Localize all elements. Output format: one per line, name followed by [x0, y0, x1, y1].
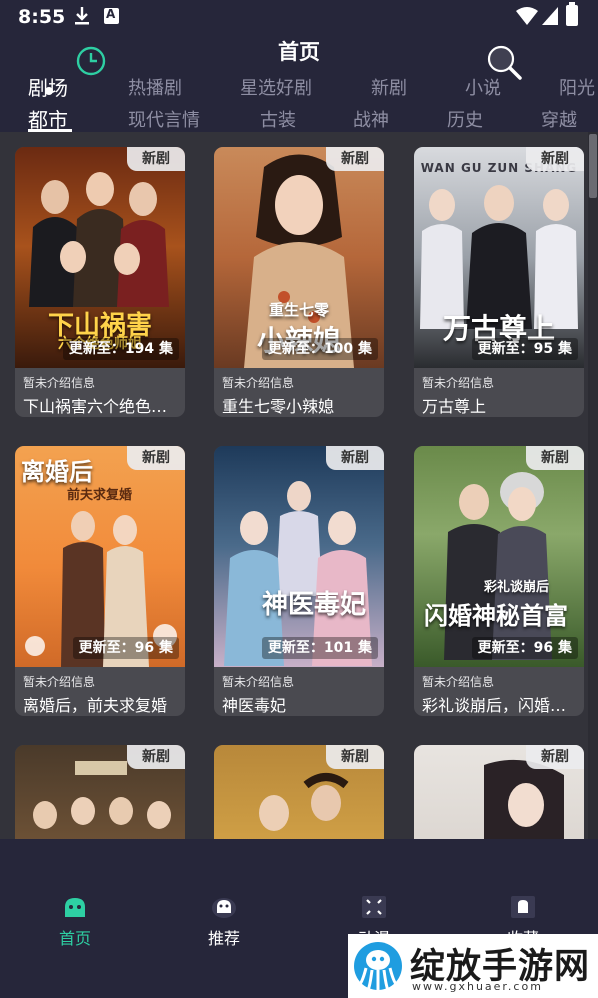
- poster-image: 神医毒妃 新剧 更新至：101 集: [214, 446, 384, 667]
- nav-label: 推荐: [207, 929, 240, 948]
- poster-image: 彩礼谈崩后 闪婚神秘首富 新剧 更新至：96 集: [414, 446, 584, 667]
- poster-image: 新剧: [414, 745, 584, 839]
- card-description: 暂未介绍信息: [422, 675, 495, 689]
- episode-count: 更新至：100 集: [261, 338, 378, 360]
- card-title: 神医毒妃: [222, 696, 287, 715]
- category-tab-lishi[interactable]: 历史: [447, 106, 483, 132]
- category-tab-zhanshen[interactable]: 战神: [353, 106, 389, 132]
- episode-count: 更新至：101 集: [261, 637, 378, 659]
- card-title: 重生七零小辣媳: [222, 397, 335, 416]
- episode-count: 更新至：96 集: [471, 637, 578, 659]
- category-tab-xiandai[interactable]: 现代言情: [128, 106, 200, 132]
- home-ghost-icon: [65, 898, 85, 917]
- drama-card[interactable]: 新剧: [414, 745, 584, 839]
- card-title: 下山祸害六个绝色师…: [23, 397, 179, 416]
- wifi-icon: [516, 7, 538, 25]
- poster-image: WAN GU ZUN SHANG 万古尊上 新剧 更新至：95 集: [414, 147, 584, 368]
- poster-title: 神医毒妃: [262, 590, 367, 620]
- recommend-ghost-icon: [212, 898, 236, 918]
- poster-image: 新剧: [214, 745, 384, 839]
- new-badge: 新剧: [127, 147, 185, 171]
- category-tab-xingxuan[interactable]: 星选好剧: [240, 74, 312, 100]
- download-icon: [75, 7, 89, 25]
- favorite-icon: [511, 896, 535, 918]
- poster-subtitle: 重生七零: [268, 301, 329, 319]
- scrollbar[interactable]: [588, 132, 598, 839]
- poster-subtitle: 彩礼谈崩后: [484, 580, 550, 595]
- card-description: 暂未介绍信息: [422, 376, 495, 390]
- drama-card[interactable]: WAN GU ZUN SHANG 万古尊上 新剧 更新至：95 集 暂未介绍信息…: [414, 147, 584, 417]
- card-title: 万古尊上: [422, 397, 487, 416]
- card-description: 暂未介绍信息: [23, 675, 96, 689]
- poster-subtitle: 前夫求复婚: [67, 488, 133, 503]
- watermark-url: www.gxhuaer.com: [412, 980, 543, 993]
- nav-home[interactable]: 首页: [30, 895, 120, 949]
- new-badge: 新剧: [127, 446, 185, 470]
- new-badge: 新剧: [526, 446, 584, 470]
- signal-icon: [542, 7, 558, 25]
- category-tab-yangguang[interactable]: 阳光: [559, 74, 595, 100]
- card-description: 暂未介绍信息: [222, 675, 295, 689]
- category-indicator-dot: [45, 87, 53, 95]
- category-tab-rebo[interactable]: 热播剧: [128, 74, 182, 100]
- notification-icon: [104, 7, 119, 24]
- episode-count: 更新至：194 集: [62, 338, 179, 360]
- category-row-1: 剧场 热播剧 星选好剧 新剧 小说 阳光: [0, 70, 598, 100]
- drama-card[interactable]: 离婚后 前夫求复婚 新剧 更新至：96 集 暂未介绍信息 离婚后，前夫求复婚: [15, 446, 185, 716]
- category-tab-chuanyue[interactable]: 穿越: [541, 106, 577, 132]
- poster-image: 下山祸害 六个绝色师姐 新剧 更新至：194 集: [15, 147, 185, 368]
- nav-recommend[interactable]: 推荐: [179, 895, 269, 949]
- category-row-2: 都市 现代言情 古装 战神 历史 穿越: [0, 102, 598, 132]
- drama-card[interactable]: 重生七零 小辣媳 新剧 更新至：100 集 暂未介绍信息 重生七零小辣媳: [214, 147, 384, 417]
- poster-title: 闪婚神秘首富: [424, 602, 568, 630]
- new-badge: 新剧: [127, 745, 185, 769]
- drama-card[interactable]: 神医毒妃 新剧 更新至：101 集 暂未介绍信息 神医毒妃: [214, 446, 384, 716]
- nav-label: 首页: [58, 929, 91, 948]
- status-bar: 8:55: [0, 0, 598, 34]
- site-watermark: 绽放手游网 www.gxhuaer.com: [348, 934, 598, 998]
- card-description: 暂未介绍信息: [23, 376, 96, 390]
- drama-card[interactable]: 新剧: [15, 745, 185, 839]
- top-header: 首页 剧场 热播剧 星选好剧 新剧 小说 阳光 都市 现代言情 古装 战神 历史…: [0, 34, 598, 132]
- card-title: 离婚后，前夫求复婚: [23, 696, 168, 715]
- new-badge: 新剧: [526, 147, 584, 171]
- watermark-logo-icon: [354, 942, 402, 991]
- new-badge: 新剧: [326, 446, 384, 470]
- poster-image: 新剧: [15, 745, 185, 839]
- drama-card[interactable]: 新剧: [214, 745, 384, 839]
- battery-icon: [566, 2, 578, 26]
- new-badge: 新剧: [326, 147, 384, 171]
- status-time: 8:55: [18, 6, 66, 28]
- new-badge: 新剧: [526, 745, 584, 769]
- card-description: 暂未介绍信息: [222, 376, 295, 390]
- scrollbar-thumb[interactable]: [589, 134, 597, 198]
- poster-image: 离婚后 前夫求复婚 新剧 更新至：96 集: [15, 446, 185, 667]
- drama-grid[interactable]: 下山祸害 六个绝色师姐 新剧 更新至：194 集 暂未介绍信息 下山祸害六个绝色…: [0, 132, 598, 839]
- card-title: 彩礼谈崩后，闪婚神…: [422, 696, 578, 715]
- anime-icon: [362, 896, 386, 918]
- episode-count: 更新至：95 集: [471, 338, 578, 360]
- category-tab-guzhuang[interactable]: 古装: [260, 106, 296, 132]
- new-badge: 新剧: [326, 745, 384, 769]
- drama-card[interactable]: 彩礼谈崩后 闪婚神秘首富 新剧 更新至：96 集 暂未介绍信息 彩礼谈崩后，闪婚…: [414, 446, 584, 716]
- drama-card[interactable]: 下山祸害 六个绝色师姐 新剧 更新至：194 集 暂未介绍信息 下山祸害六个绝色…: [15, 147, 185, 417]
- poster-title: 离婚后: [21, 458, 93, 486]
- category-tab-xiaoshuo[interactable]: 小说: [465, 74, 501, 100]
- episode-count: 更新至：96 集: [72, 637, 179, 659]
- poster-image: 重生七零 小辣媳 新剧 更新至：100 集: [214, 147, 384, 368]
- category-tab-xinju[interactable]: 新剧: [371, 74, 407, 100]
